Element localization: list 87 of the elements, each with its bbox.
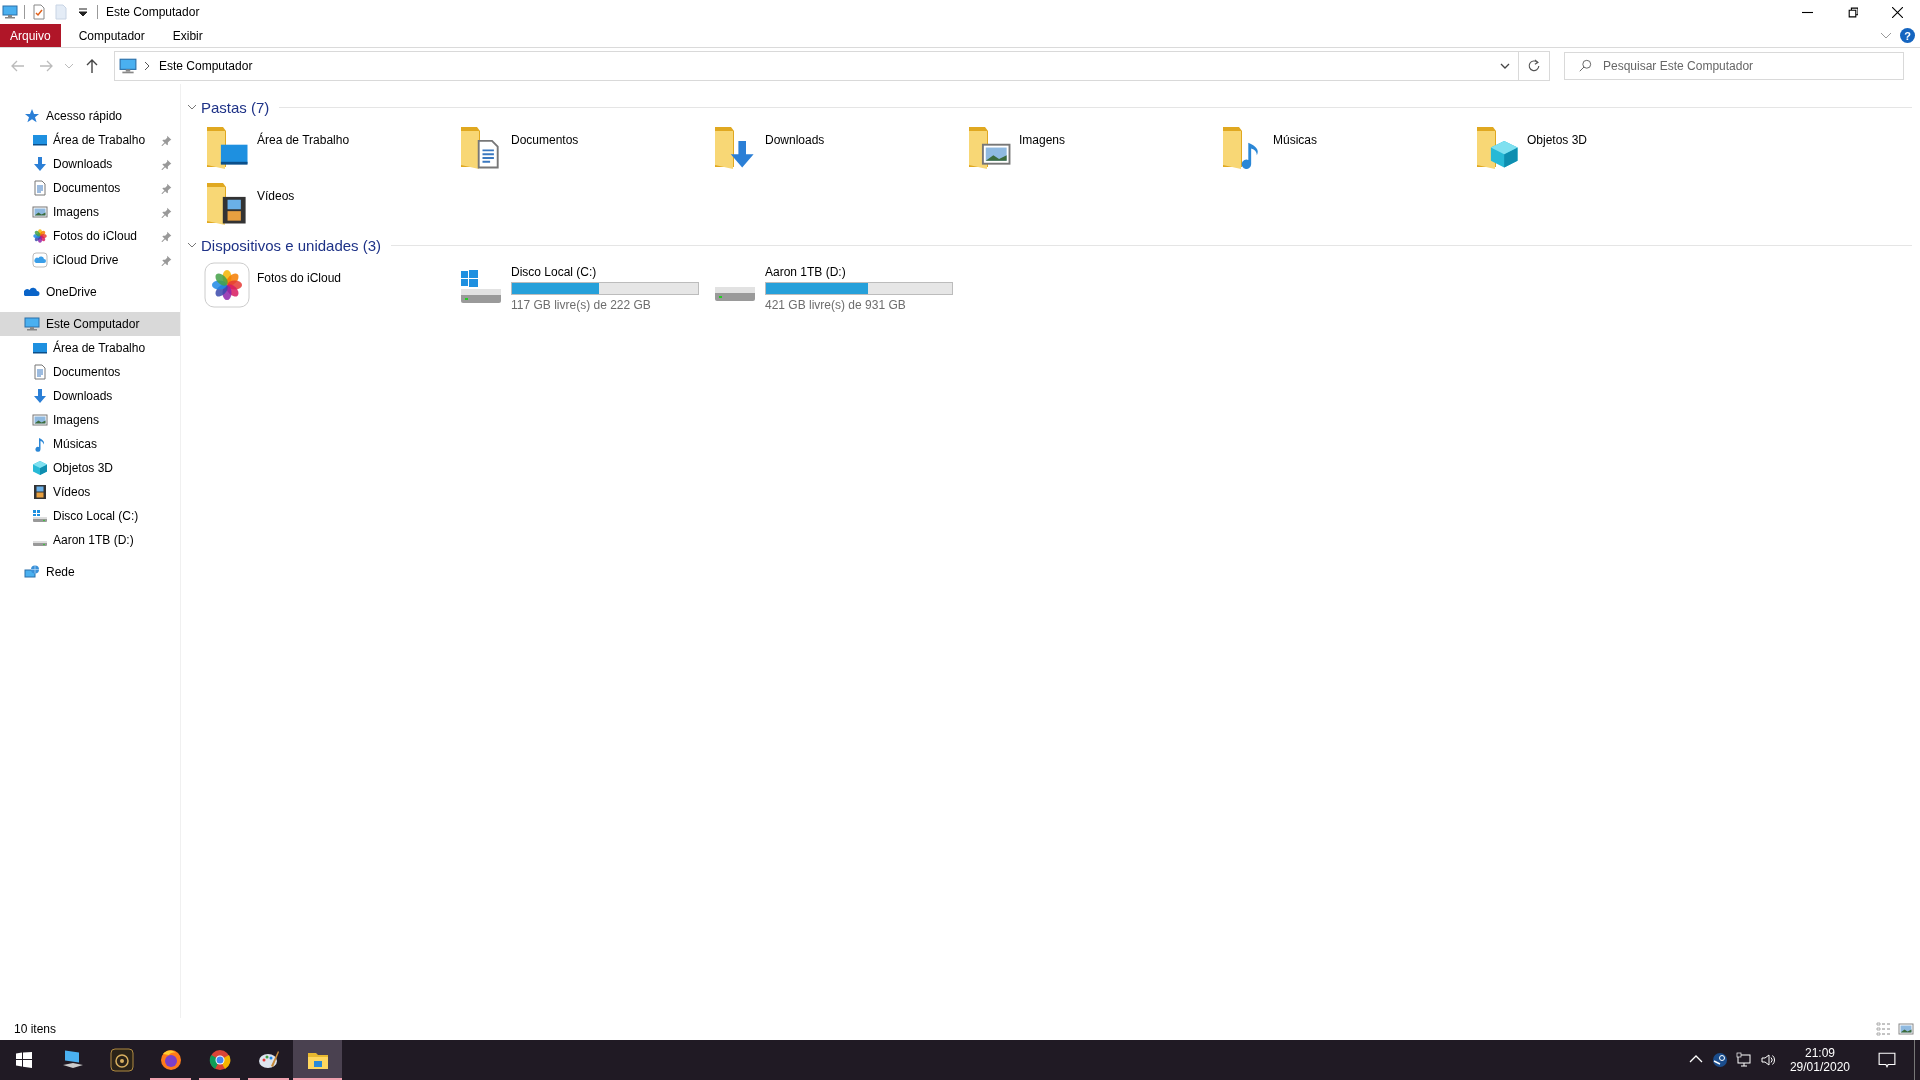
desktop-icon — [32, 132, 48, 148]
sidebar-item[interactable]: Rede — [0, 560, 180, 584]
help-button[interactable]: ? — [1900, 28, 1915, 43]
sidebar-item[interactable]: Área de Trabalho — [0, 336, 180, 360]
computer-icon — [2, 4, 18, 20]
item-count: 10 itens — [14, 1022, 58, 1036]
cube-icon — [32, 460, 48, 476]
folder-tile[interactable]: Documentos — [457, 119, 711, 175]
up-arrow-icon[interactable] — [84, 58, 100, 74]
speaker-app-icon — [109, 1048, 134, 1072]
browser-icon — [207, 1048, 232, 1072]
sidebar-item[interactable]: Este Computador — [0, 312, 180, 336]
document-icon — [32, 364, 48, 380]
properties-icon[interactable] — [31, 4, 47, 20]
search-icon — [1578, 59, 1592, 73]
folder-tile[interactable]: Área de Trabalho — [203, 119, 457, 175]
sidebar-item[interactable]: iCloud Drive — [0, 248, 180, 272]
taskbar-button[interactable] — [293, 1040, 342, 1080]
drive-tile[interactable]: Disco Local (C:) 117 GB livre(s) de 222 GB — [457, 257, 711, 315]
group-header[interactable]: Pastas (7) — [201, 98, 270, 116]
picture-icon — [32, 412, 48, 428]
desktop-icon — [32, 340, 48, 356]
download-arrow-icon — [32, 156, 48, 172]
folder-tile[interactable]: Objetos 3D — [1473, 119, 1727, 175]
windows-start-icon[interactable] — [16, 1052, 32, 1068]
chevron-icon[interactable] — [143, 61, 151, 71]
device-tile[interactable]: Fotos do iCloud — [203, 257, 457, 313]
network-icon[interactable] — [1735, 1052, 1752, 1068]
folder-tile[interactable]: Downloads — [711, 119, 965, 175]
volume-icon[interactable] — [1759, 1052, 1776, 1068]
pin-icon[interactable] — [161, 206, 172, 218]
refresh-icon[interactable] — [1527, 59, 1541, 73]
network-icon — [24, 564, 40, 580]
pin-icon[interactable] — [161, 254, 172, 266]
sidebar-item[interactable]: Músicas — [0, 432, 180, 456]
caret-icon[interactable] — [1500, 61, 1510, 71]
clock[interactable]: 21:09 29/01/2020 — [1779, 1040, 1860, 1080]
sidebar-item[interactable]: Aaron 1TB (D:) — [0, 528, 180, 552]
download-arrow-icon — [32, 388, 48, 404]
pin-icon[interactable] — [161, 230, 172, 242]
notification-icon[interactable] — [1878, 1051, 1896, 1069]
sidebar-item[interactable]: OneDrive — [0, 280, 180, 304]
sidebar-item[interactable]: Documentos — [0, 176, 180, 200]
computer-icon — [24, 316, 40, 332]
sidebar-item[interactable]: Vídeos — [0, 480, 180, 504]
sidebar-item[interactable]: Documentos — [0, 360, 180, 384]
steam-icon[interactable] — [1711, 1052, 1728, 1068]
restore-icon[interactable] — [1847, 6, 1858, 18]
picture-icon — [32, 204, 48, 220]
sidebar-item[interactable]: Área de Trabalho — [0, 128, 180, 152]
drive-icon — [715, 287, 755, 301]
folder-tile[interactable]: Imagens — [965, 119, 1219, 175]
film-icon — [32, 484, 48, 500]
flower-icon — [32, 228, 48, 244]
sidebar-item[interactable]: Disco Local (C:) — [0, 504, 180, 528]
window-title: Este Computador — [106, 5, 201, 19]
ribbon-tab[interactable]: Computador — [64, 24, 159, 47]
sidebar-item[interactable]: Downloads — [0, 152, 180, 176]
document-icon — [32, 180, 48, 196]
sidebar-item[interactable]: Fotos do iCloud — [0, 224, 180, 248]
folder-tile[interactable]: Músicas — [1219, 119, 1473, 175]
computer-icon — [119, 57, 137, 75]
large-icons-view-icon[interactable] — [1898, 1021, 1914, 1037]
sidebar-item[interactable]: Downloads — [0, 384, 180, 408]
pin-icon[interactable] — [161, 182, 172, 194]
sidebar-item[interactable]: Acesso rápido — [0, 104, 180, 128]
ribbon-tab[interactable]: Exibir — [158, 24, 217, 47]
search-field[interactable]: Pesquisar Este Computador — [1564, 52, 1904, 80]
drive-tile[interactable]: Aaron 1TB (D:) 421 GB livre(s) de 931 GB — [711, 257, 965, 315]
close-icon[interactable] — [1892, 6, 1903, 18]
sidebar-item[interactable]: Objetos 3D — [0, 456, 180, 480]
sidebar-item[interactable]: Imagens — [0, 200, 180, 224]
sidebar-item[interactable]: Imagens — [0, 408, 180, 432]
address-bar[interactable]: Este Computador — [114, 51, 1550, 81]
drive-icon — [32, 508, 48, 524]
star-icon — [24, 108, 40, 124]
drive-icon — [33, 540, 47, 546]
group-header[interactable]: Dispositivos e unidades (3) — [201, 236, 382, 254]
pin-icon[interactable] — [161, 134, 172, 146]
folder-tile[interactable]: Vídeos — [203, 175, 457, 231]
file-menu-tab[interactable]: Arquivo — [0, 24, 61, 47]
pin-icon[interactable] — [161, 158, 172, 170]
collapse-caret-icon[interactable] — [187, 240, 197, 250]
cloud-icon — [32, 252, 48, 268]
photos-app-icon — [203, 261, 251, 309]
browser-icon — [158, 1048, 183, 1072]
collapse-caret-icon[interactable] — [187, 102, 197, 112]
